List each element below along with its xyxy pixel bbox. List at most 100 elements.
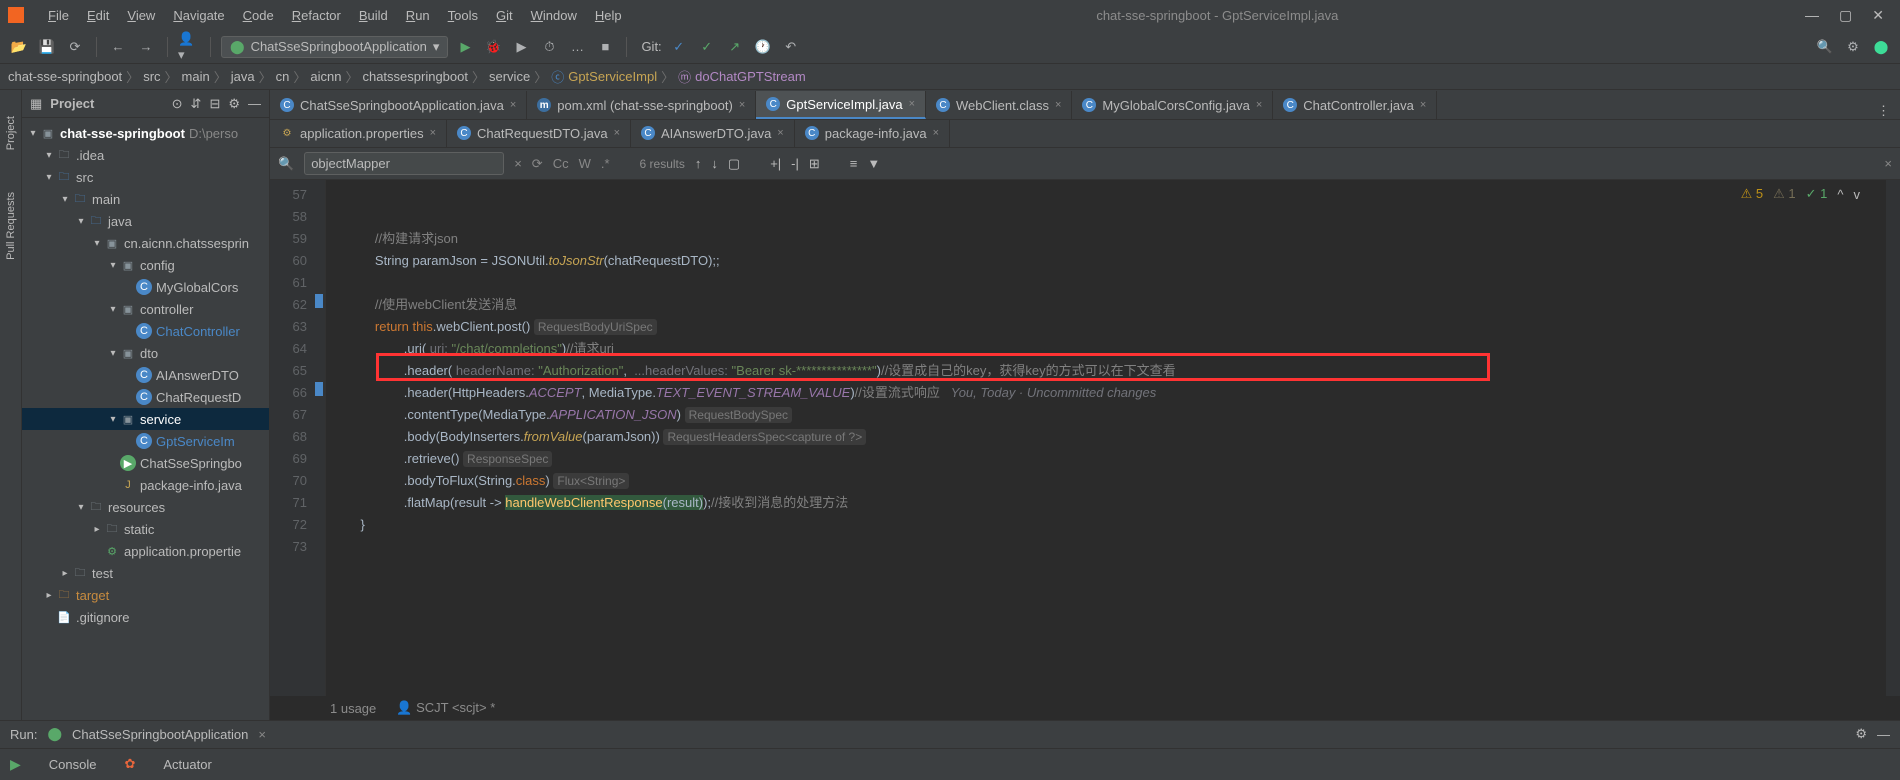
settings-icon[interactable]: ⚙ bbox=[1842, 36, 1864, 58]
menu-code[interactable]: Code bbox=[235, 4, 282, 27]
tree-item[interactable]: Jpackage-info.java bbox=[22, 474, 269, 496]
run-hide-icon[interactable]: — bbox=[1877, 727, 1890, 742]
warning-indicator[interactable]: ⚠ 1 bbox=[1773, 186, 1796, 202]
menu-file[interactable]: File bbox=[40, 4, 77, 27]
menu-tools[interactable]: Tools bbox=[440, 4, 486, 27]
tree-item[interactable]: ⚙application.propertie bbox=[22, 540, 269, 562]
collapse-icon[interactable]: ⊟ bbox=[209, 96, 220, 112]
avatar-icon[interactable]: 👤▾ bbox=[178, 36, 200, 58]
search-icon[interactable]: 🔍 bbox=[1814, 36, 1836, 58]
menu-run[interactable]: Run bbox=[398, 4, 438, 27]
breadcrumb-item[interactable]: aicnn bbox=[310, 69, 341, 84]
breadcrumb-item[interactable]: ⓒ GptServiceImpl bbox=[551, 67, 657, 86]
menu-navigate[interactable]: Navigate bbox=[165, 4, 232, 27]
editor-tab[interactable]: CMyGlobalCorsConfig.java× bbox=[1072, 91, 1273, 119]
tab-close-icon[interactable]: × bbox=[739, 99, 745, 111]
git-push-icon[interactable]: ↗ bbox=[724, 36, 746, 58]
minimize-icon[interactable]: — bbox=[1805, 7, 1819, 24]
git-update-icon[interactable]: ✓ bbox=[668, 36, 690, 58]
actuator-tab[interactable]: Actuator bbox=[155, 753, 219, 776]
find-add-selection-icon[interactable]: +| bbox=[770, 156, 781, 171]
breadcrumb-item[interactable]: main bbox=[182, 69, 210, 84]
tree-item[interactable]: ▾🗀src bbox=[22, 166, 269, 188]
close-icon[interactable]: ✕ bbox=[1872, 7, 1884, 24]
find-history-icon[interactable]: ⟳ bbox=[532, 156, 543, 172]
maximize-icon[interactable]: ▢ bbox=[1839, 7, 1852, 24]
tab-close-icon[interactable]: × bbox=[777, 127, 783, 139]
run-icon[interactable]: ▶ bbox=[454, 36, 476, 58]
tab-close-icon[interactable]: × bbox=[1256, 99, 1262, 111]
find-input[interactable] bbox=[304, 152, 504, 175]
editor-tab[interactable]: CWebClient.class× bbox=[926, 91, 1072, 119]
tree-item[interactable]: ▾▣controller bbox=[22, 298, 269, 320]
error-stripe[interactable] bbox=[1886, 180, 1900, 696]
find-select-all-icon[interactable]: ▢ bbox=[728, 156, 740, 172]
tree-item[interactable]: ▾▣cn.aicnn.chatssesprin bbox=[22, 232, 269, 254]
author-label[interactable]: 👤 SCJT <scjt> * bbox=[396, 700, 495, 716]
run-config-selector[interactable]: ⬤ ChatSseSpringbootApplication ▾ bbox=[221, 36, 448, 58]
stop-icon[interactable]: ■ bbox=[594, 36, 616, 58]
tree-item[interactable]: CChatController bbox=[22, 320, 269, 342]
tab-close-icon[interactable]: × bbox=[1420, 99, 1426, 111]
editor-tab[interactable]: CChatRequestDTO.java× bbox=[447, 120, 631, 147]
editor-tab[interactable]: CAIAnswerDTO.java× bbox=[631, 120, 795, 147]
find-select-occurrences-icon[interactable]: ⊞ bbox=[809, 156, 820, 172]
tab-close-icon[interactable]: × bbox=[614, 127, 620, 139]
debug-icon[interactable]: 🐞 bbox=[482, 36, 504, 58]
breadcrumb-item[interactable]: service bbox=[489, 69, 530, 84]
find-next-icon[interactable]: ↓ bbox=[711, 156, 718, 171]
project-tree[interactable]: ▾▣chat-sse-springboot D:\perso▾🗀.idea▾🗀s… bbox=[22, 118, 269, 720]
inspections-widget[interactable]: ⚠ 5 ⚠ 1 ✓ 1 ^ v bbox=[1741, 186, 1860, 202]
tree-item[interactable]: ▸🗀target bbox=[22, 584, 269, 606]
breadcrumb-item[interactable]: chatssespringboot bbox=[362, 69, 468, 84]
menu-edit[interactable]: Edit bbox=[79, 4, 117, 27]
breadcrumb-item[interactable]: cn bbox=[276, 69, 290, 84]
tree-item[interactable]: CAIAnswerDTO bbox=[22, 364, 269, 386]
git-history-icon[interactable]: 🕐 bbox=[752, 36, 774, 58]
editor-tab[interactable]: Cpackage-info.java× bbox=[795, 120, 950, 147]
assist-icon[interactable]: ⬤ bbox=[1870, 36, 1892, 58]
menu-build[interactable]: Build bbox=[351, 4, 396, 27]
inspection-down-icon[interactable]: v bbox=[1854, 187, 1861, 202]
find-close-icon[interactable]: × bbox=[1884, 156, 1892, 171]
refresh-icon[interactable]: ⟳ bbox=[64, 36, 86, 58]
menu-view[interactable]: View bbox=[119, 4, 163, 27]
forward-icon[interactable]: → bbox=[135, 36, 157, 58]
tree-item[interactable]: CGptServiceIm bbox=[22, 430, 269, 452]
attach-icon[interactable]: … bbox=[566, 36, 588, 58]
find-regex-toggle[interactable]: .* bbox=[601, 156, 610, 171]
tree-item[interactable]: ▾▣service bbox=[22, 408, 269, 430]
inspection-up-icon[interactable]: ^ bbox=[1837, 187, 1843, 202]
find-funnel-icon[interactable]: ▼ bbox=[867, 156, 880, 171]
tree-item[interactable]: CMyGlobalCors bbox=[22, 276, 269, 298]
tabs-more-icon[interactable]: ⋮ bbox=[1867, 103, 1900, 119]
find-clear-icon[interactable]: × bbox=[514, 156, 522, 171]
save-icon[interactable]: 💾 bbox=[36, 36, 58, 58]
run-settings-icon[interactable]: ⚙ bbox=[1855, 726, 1867, 742]
editor-tab[interactable]: CGptServiceImpl.java× bbox=[756, 91, 926, 119]
find-filter-icon[interactable]: ≡ bbox=[850, 156, 858, 171]
tree-item[interactable]: ▾▣config bbox=[22, 254, 269, 276]
ok-indicator[interactable]: ✓ 1 bbox=[1806, 186, 1828, 202]
editor-tab[interactable]: CChatSseSpringbootApplication.java× bbox=[270, 91, 527, 119]
find-case-toggle[interactable]: Cc bbox=[553, 156, 569, 171]
tab-close-icon[interactable]: × bbox=[933, 127, 939, 139]
tree-item[interactable]: ▶ChatSseSpringbo bbox=[22, 452, 269, 474]
tree-item[interactable]: ▾▣dto bbox=[22, 342, 269, 364]
tree-root[interactable]: ▾▣chat-sse-springboot D:\perso bbox=[22, 122, 269, 144]
find-remove-selection-icon[interactable]: -| bbox=[791, 156, 799, 171]
usages-label[interactable]: 1 usage bbox=[330, 701, 376, 716]
error-indicator[interactable]: ⚠ 5 bbox=[1741, 186, 1764, 202]
breadcrumb-item[interactable]: src bbox=[143, 69, 160, 84]
tree-item[interactable]: ▾🗀java bbox=[22, 210, 269, 232]
run-tab-close-icon[interactable]: × bbox=[258, 727, 266, 742]
tree-item[interactable]: ▾🗀resources bbox=[22, 496, 269, 518]
back-icon[interactable]: ← bbox=[107, 36, 129, 58]
run-rerun-icon[interactable]: ▶ bbox=[10, 756, 21, 773]
tree-item[interactable]: CChatRequestD bbox=[22, 386, 269, 408]
menu-help[interactable]: Help bbox=[587, 4, 630, 27]
tab-close-icon[interactable]: × bbox=[1055, 99, 1061, 111]
tree-item[interactable]: 📄.gitignore bbox=[22, 606, 269, 628]
tab-close-icon[interactable]: × bbox=[430, 127, 436, 139]
breadcrumb-item[interactable]: chat-sse-springboot bbox=[8, 69, 122, 84]
